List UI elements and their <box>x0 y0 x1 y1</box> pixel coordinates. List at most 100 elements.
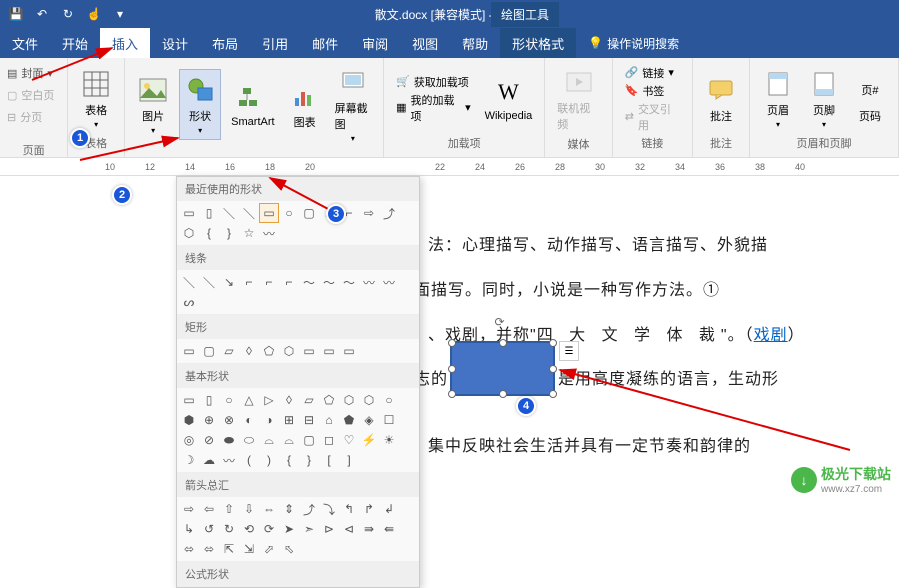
bs-33[interactable]: ☀ <box>379 430 399 450</box>
rect-9[interactable]: ▭ <box>339 341 359 361</box>
ar-4[interactable]: ⇩ <box>239 499 259 519</box>
shape-roundrect[interactable]: ▢ <box>299 203 319 223</box>
bs-29[interactable]: ▢ <box>299 430 319 450</box>
comment-button[interactable]: 批注 <box>701 70 741 128</box>
rect-8[interactable]: ▭ <box>319 341 339 361</box>
bs-20[interactable]: ⬟ <box>339 410 359 430</box>
ar-24[interactable]: ⬄ <box>199 539 219 559</box>
ar-22[interactable]: ⇚ <box>379 519 399 539</box>
resize-handle[interactable] <box>549 365 557 373</box>
get-addins-button[interactable]: 🛒获取加载项 <box>392 73 474 91</box>
ar-21[interactable]: ⇛ <box>359 519 379 539</box>
ar-7[interactable]: ⤴ <box>299 499 319 519</box>
undo-icon[interactable]: ↶ <box>30 2 54 26</box>
bs-39[interactable]: { <box>279 450 299 470</box>
shape-hexagon[interactable]: ⬡ <box>179 223 199 243</box>
ar-9[interactable]: ↰ <box>339 499 359 519</box>
rect-2[interactable]: ▢ <box>199 341 219 361</box>
rect-6[interactable]: ⬡ <box>279 341 299 361</box>
bs-6[interactable]: ◊ <box>279 390 299 410</box>
bs-16[interactable]: ◑ <box>259 410 279 430</box>
bs-36[interactable]: 〰 <box>219 450 239 470</box>
ar-5[interactable]: ⇔ <box>259 499 279 519</box>
bs-3[interactable]: ○ <box>219 390 239 410</box>
rect-3[interactable]: ▱ <box>219 341 239 361</box>
bs-14[interactable]: ⊗ <box>219 410 239 430</box>
ar-10[interactable]: ↱ <box>359 499 379 519</box>
resize-handle[interactable] <box>549 390 557 398</box>
document-canvas[interactable]: 最近使用的形状 ▭ ▯ ＼ ＼ ▭ ○ ▢ ↗ ⌐ ⇨ ⤴ ⬡ { } ☆ 〰 … <box>0 176 899 516</box>
layout-options-icon[interactable]: ☰ <box>559 341 579 361</box>
ar-1[interactable]: ⇨ <box>179 499 199 519</box>
shape-bentline[interactable]: ⤴ <box>379 203 399 223</box>
ar-16[interactable]: ⟳ <box>259 519 279 539</box>
ar-14[interactable]: ↻ <box>219 519 239 539</box>
bs-7[interactable]: ▱ <box>299 390 319 410</box>
line-7[interactable]: 〜 <box>299 272 319 292</box>
rect-7[interactable]: ▭ <box>299 341 319 361</box>
ar-6[interactable]: ⇕ <box>279 499 299 519</box>
line-3[interactable]: ↘ <box>219 272 239 292</box>
bs-10[interactable]: ⬡ <box>359 390 379 410</box>
line-6[interactable]: ⌐ <box>279 272 299 292</box>
tell-me-search[interactable]: 💡 操作说明搜索 <box>576 35 679 52</box>
bs-1[interactable]: ▭ <box>179 390 199 410</box>
shape-star[interactable]: ☆ <box>239 223 259 243</box>
shape-rbrace[interactable]: } <box>219 223 239 243</box>
bs-26[interactable]: ⬭ <box>239 430 259 450</box>
shape-textbox[interactable]: ▭ <box>179 203 199 223</box>
ar-8[interactable]: ⤵ <box>319 499 339 519</box>
shape-line2[interactable]: ＼ <box>239 203 259 223</box>
bs-41[interactable]: [ <box>319 450 339 470</box>
ar-13[interactable]: ↺ <box>199 519 219 539</box>
line-10[interactable]: 〰 <box>359 272 379 292</box>
bs-24[interactable]: ⊘ <box>199 430 219 450</box>
ar-28[interactable]: ⬁ <box>279 539 299 559</box>
tab-file[interactable]: 文件 <box>0 28 50 58</box>
tab-layout[interactable]: 布局 <box>200 28 250 58</box>
rect-5[interactable]: ⬠ <box>259 341 279 361</box>
bs-12[interactable]: ⬢ <box>179 410 199 430</box>
bs-23[interactable]: ◎ <box>179 430 199 450</box>
line-4[interactable]: ⌐ <box>239 272 259 292</box>
rotate-handle-icon[interactable]: ⟳ <box>495 315 511 331</box>
tab-help[interactable]: 帮助 <box>450 28 500 58</box>
pictures-button[interactable]: 图片▾ <box>133 70 173 139</box>
resize-handle[interactable] <box>448 339 456 347</box>
shape-line[interactable]: ＼ <box>219 203 239 223</box>
shape-lbrace[interactable]: { <box>199 223 219 243</box>
line-1[interactable]: ＼ <box>179 272 199 292</box>
tab-references[interactable]: 引用 <box>250 28 300 58</box>
bs-38[interactable]: ) <box>259 450 279 470</box>
cover-page-button[interactable]: ▤封面 ▾ <box>4 62 63 84</box>
ar-15[interactable]: ⟲ <box>239 519 259 539</box>
bs-34[interactable]: ☽ <box>179 450 199 470</box>
bs-27[interactable]: ⌓ <box>259 430 279 450</box>
bs-17[interactable]: ⊞ <box>279 410 299 430</box>
bs-31[interactable]: ♡ <box>339 430 359 450</box>
ar-26[interactable]: ⇲ <box>239 539 259 559</box>
shape-oval[interactable]: ○ <box>279 203 299 223</box>
ar-27[interactable]: ⬀ <box>259 539 279 559</box>
ar-11[interactable]: ↲ <box>379 499 399 519</box>
wikipedia-button[interactable]: WWikipedia <box>481 72 537 126</box>
bookmark-button[interactable]: 🔖书签 <box>621 82 684 100</box>
bs-25[interactable]: ⬬ <box>219 430 239 450</box>
resize-handle[interactable] <box>448 390 456 398</box>
hyperlink-drama[interactable]: 戏剧 <box>754 327 788 344</box>
resize-handle[interactable] <box>499 390 507 398</box>
bs-5[interactable]: ▷ <box>259 390 279 410</box>
tab-home[interactable]: 开始 <box>50 28 100 58</box>
line-5[interactable]: ⌐ <box>259 272 279 292</box>
touch-mode-icon[interactable]: ☝ <box>82 2 106 26</box>
bs-19[interactable]: ⌂ <box>319 410 339 430</box>
bs-32[interactable]: ⚡ <box>359 430 379 450</box>
bs-18[interactable]: ⊟ <box>299 410 319 430</box>
bs-35[interactable]: ☁ <box>199 450 219 470</box>
bs-8[interactable]: ⬠ <box>319 390 339 410</box>
ar-18[interactable]: ➣ <box>299 519 319 539</box>
shapes-button[interactable]: 形状▾ <box>179 69 221 140</box>
chart-button[interactable]: 图表 <box>285 76 325 134</box>
my-addins-button[interactable]: ▦我的加载项 ▾ <box>392 91 474 125</box>
ar-19[interactable]: ⊳ <box>319 519 339 539</box>
